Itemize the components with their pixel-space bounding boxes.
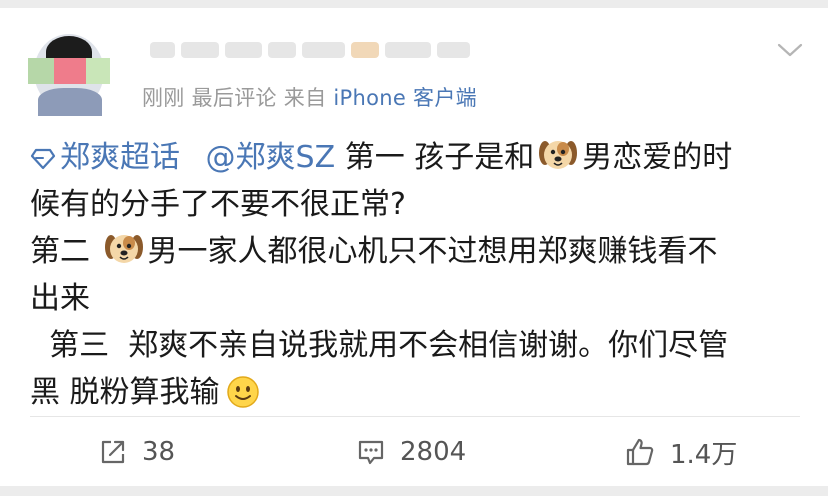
post-time: 刚刚 xyxy=(142,86,185,110)
action-divider xyxy=(30,416,800,417)
dog-emoji-icon xyxy=(104,235,143,263)
comment-button[interactable]: 2804 xyxy=(356,430,466,474)
like-count: 1.4万 xyxy=(670,439,738,470)
content-line-1: 郑爽超话 @郑爽SZ 第一 孩子是和 男恋爱的时 xyxy=(30,134,800,181)
bottom-separator xyxy=(0,486,828,496)
repost-count: 38 xyxy=(142,437,176,467)
thumbs-up-icon xyxy=(626,438,654,466)
dog-emoji-icon xyxy=(539,141,578,169)
like-button[interactable]: 1.4万 xyxy=(624,430,737,474)
content-text: 男恋爱的时 xyxy=(582,140,733,175)
source-app-link[interactable]: iPhone 客户端 xyxy=(333,86,477,110)
content-line-5: 第三 郑爽不亲自说我就用不会相信谢谢。你们尽管 xyxy=(30,328,729,363)
content-line-6: 黑 脱粉算我输 xyxy=(30,369,800,416)
post-meta: 刚刚 最后评论 来自 iPhone 客户端 xyxy=(142,82,477,112)
content-line-3: 第二 男一家人都很心机只不过想用郑爽赚钱看不 xyxy=(30,228,800,275)
comment-icon xyxy=(358,440,384,465)
content-line-4: 出来 xyxy=(30,281,90,316)
smile-emoji-icon xyxy=(226,376,259,408)
repost-button[interactable]: 38 xyxy=(98,430,175,474)
diamond-topic-icon xyxy=(30,148,56,170)
comment-count: 2804 xyxy=(400,437,467,467)
topic-name: 郑爽超话 xyxy=(60,140,180,175)
topic-link[interactable]: 郑爽超话 xyxy=(30,140,190,175)
post-edit-label: 最后评论 xyxy=(191,86,277,110)
action-bar: 38 2804 1.4万 xyxy=(0,430,828,474)
weibo-post-card: 刚刚 最后评论 来自 iPhone 客户端 郑爽超话 @郑爽SZ 第一 孩子是和 xyxy=(0,0,828,496)
mention-link[interactable]: @郑爽SZ xyxy=(206,140,336,175)
content-text: 男一家人都很心机只不过想用郑爽赚钱看不 xyxy=(147,234,718,269)
top-separator xyxy=(0,0,828,8)
content-text: 第二 xyxy=(30,234,100,269)
avatar[interactable] xyxy=(28,28,110,116)
username-blurred[interactable] xyxy=(150,38,470,62)
chevron-down-icon[interactable] xyxy=(776,40,804,60)
source-prefix: 来自 xyxy=(283,86,327,110)
repost-icon xyxy=(101,440,125,464)
content-text: 第一 孩子是和 xyxy=(335,140,535,175)
content-text: 黑 脱粉算我输 xyxy=(30,375,220,410)
content-line-2: 候有的分手了不要不很正常? xyxy=(30,187,406,222)
post-content: 郑爽超话 @郑爽SZ 第一 孩子是和 男恋爱的时 候有的分手了不要不很正常? 第… xyxy=(30,134,800,416)
